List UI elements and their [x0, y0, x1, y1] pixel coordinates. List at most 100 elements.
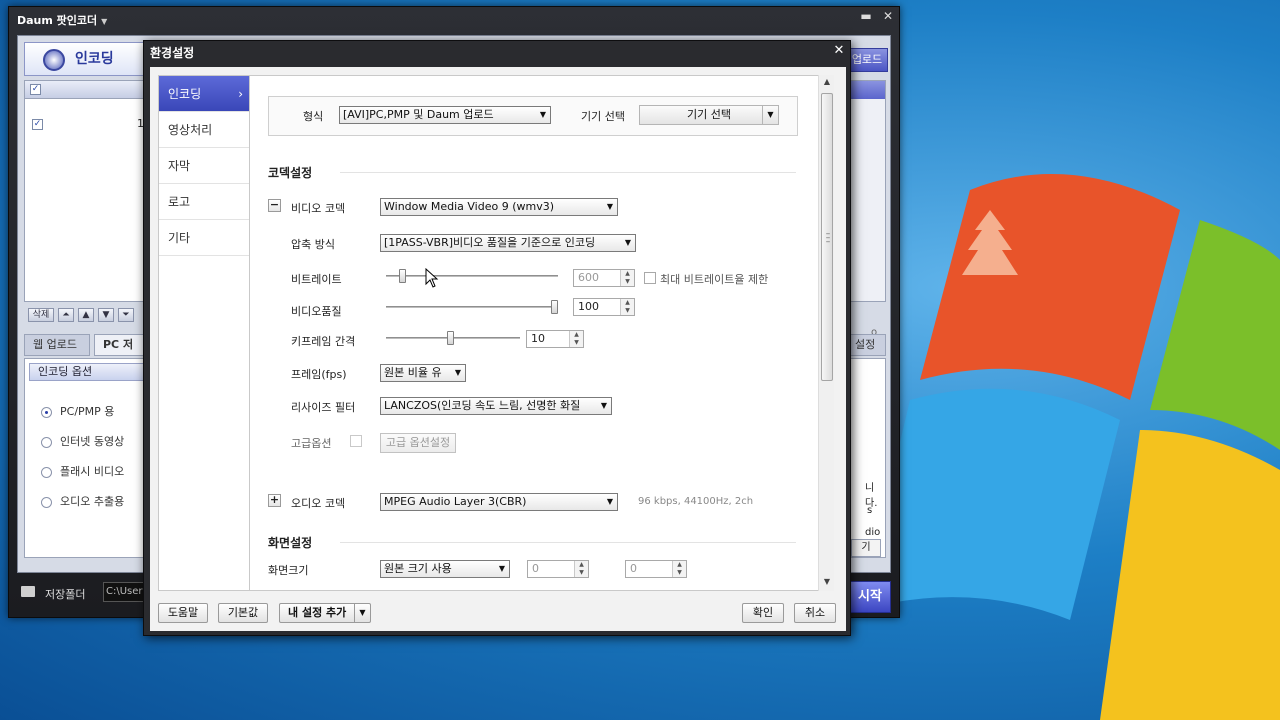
move-up-icon[interactable]: ▲ — [78, 308, 94, 322]
bitrate-stepper[interactable]: 600 ▲ ▼ — [573, 269, 635, 287]
grip-icon: – – – — [825, 229, 831, 247]
move-bottom-icon[interactable]: ⏷ — [118, 308, 134, 322]
screen-size-dropdown[interactable]: 원본 크기 사용 ▼ — [380, 560, 510, 578]
spin-arrows-icon[interactable]: ▲ ▼ — [620, 299, 634, 315]
advanced-settings-button[interactable]: 고급 옵션설정 — [380, 433, 456, 453]
file-row-checkbox[interactable]: ✓ — [32, 119, 43, 130]
quality-slider-track[interactable] — [386, 306, 558, 308]
column-header — [849, 81, 885, 99]
max-bitrate-checkbox[interactable] — [644, 272, 656, 284]
tab-encode-label: 인코딩 — [75, 51, 114, 67]
chevron-down-icon: ▼ — [762, 106, 778, 124]
bitrate-label: 비트레이트 — [291, 273, 342, 286]
collapse-video-icon[interactable]: − — [268, 199, 281, 212]
video-codec-dropdown[interactable]: Window Media Video 9 (wmv3) ▼ — [380, 198, 618, 216]
content-scrollbar[interactable]: ▲ – – – ▼ — [818, 75, 834, 591]
move-down-icon[interactable]: ▼ — [98, 308, 114, 322]
encoding-options-panel: 인코딩 옵션 PC/PMP 용 인터넷 동영상 플래시 비디오 오디오 추출용 — [24, 358, 150, 558]
scroll-up-icon[interactable]: ▲ — [819, 75, 835, 89]
info-button[interactable]: 기 — [851, 539, 881, 557]
start-encoding-button[interactable]: 시작 — [849, 581, 891, 613]
settings-button[interactable]: 설정 — [850, 334, 886, 356]
width-value: 0 — [532, 562, 539, 575]
width-stepper[interactable]: 0 ▲ ▼ — [527, 560, 589, 578]
divider — [340, 172, 796, 173]
list-toolbar: 삭제 ⏶ ▲ ▼ ⏷ — [24, 306, 150, 324]
radio-selected-icon[interactable] — [41, 406, 52, 418]
delete-button[interactable]: 삭제 — [28, 308, 54, 322]
quality-stepper[interactable]: 100 ▲ ▼ — [573, 298, 635, 316]
screen-size-label: 화면크기 — [268, 564, 309, 577]
tab-encode[interactable]: 인코딩 — [24, 42, 156, 76]
advanced-options-label: 고급옵션 — [291, 437, 332, 450]
fps-value: 원본 비율 유 — [384, 366, 442, 379]
compression-dropdown[interactable]: [1PASS-VBR]비디오 품질을 기준으로 인코딩 ▼ — [380, 234, 636, 252]
keyframe-value: 10 — [531, 332, 545, 345]
default-button[interactable]: 기본값 — [218, 603, 268, 623]
scroll-down-icon[interactable]: ▼ — [819, 575, 835, 589]
ok-button[interactable]: 확인 — [742, 603, 784, 623]
move-top-icon[interactable]: ⏶ — [58, 308, 74, 322]
resize-filter-dropdown[interactable]: LANCZOS(인코딩 속도 느림, 선명한 화질 ▼ — [380, 397, 612, 415]
tab-web-upload[interactable]: 웹 업로드용 — [24, 334, 90, 371]
nav-label: 인코딩 — [168, 87, 202, 101]
device-select-dropdown[interactable]: 기기 선택 ▼ — [639, 105, 779, 125]
keyframe-label: 키프레임 간격 — [291, 335, 356, 348]
close-icon[interactable]: ✕ — [832, 43, 846, 58]
spin-arrows-icon[interactable]: ▲ ▼ — [569, 331, 583, 347]
option-flash-video[interactable]: 플래시 비디오 — [41, 463, 124, 479]
keyframe-stepper[interactable]: 10 ▲ ▼ — [526, 330, 584, 348]
bitrate-slider-track[interactable] — [386, 275, 558, 277]
tab-pc-save[interactable]: PC 저장용 — [94, 334, 150, 371]
nav-item-subtitle[interactable]: 자막 — [159, 148, 249, 184]
chevron-down-icon[interactable]: ▼ — [354, 604, 370, 622]
nav-item-video-processing[interactable]: 영상처리 — [159, 112, 249, 148]
nav-item-encoding[interactable]: 인코딩 › — [159, 76, 249, 112]
nav-item-logo[interactable]: 로고 — [159, 184, 249, 220]
radio-icon[interactable] — [41, 496, 52, 508]
format-label: 형식 — [303, 110, 324, 123]
option-label: 오디오 추출용 — [60, 495, 125, 508]
chevron-down-icon: ▼ — [606, 497, 613, 506]
expand-audio-icon[interactable]: + — [268, 494, 281, 507]
device-label: 기기 선택 — [581, 110, 625, 123]
close-icon[interactable]: ✕ — [881, 9, 895, 23]
quality-slider-thumb[interactable] — [551, 300, 558, 314]
spin-arrows-icon[interactable]: ▲ ▼ — [620, 270, 634, 286]
screen-size-value: 원본 크기 사용 — [384, 562, 452, 575]
fps-dropdown[interactable]: 원본 비율 유 ▼ — [380, 364, 466, 382]
advanced-options-checkbox[interactable] — [350, 435, 362, 447]
tab-upload[interactable]: 업로드 — [846, 48, 888, 72]
audio-codec-dropdown[interactable]: MPEG Audio Layer 3(CBR) ▼ — [380, 493, 618, 511]
cancel-button[interactable]: 취소 — [794, 603, 836, 623]
help-button[interactable]: 도움말 — [158, 603, 208, 623]
height-stepper[interactable]: 0 ▲ ▼ — [625, 560, 687, 578]
resize-filter-value: LANCZOS(인코딩 속도 느림, 선명한 화질 — [384, 399, 581, 412]
settings-nav: 인코딩 › 영상처리 자막 로고 기타 — [158, 75, 250, 591]
format-dropdown[interactable]: [AVI]PC,PMP 및 Daum 업로드 ▼ — [339, 106, 551, 124]
option-pc-pmp[interactable]: PC/PMP 용 — [41, 403, 114, 419]
select-all-checkbox[interactable]: ✓ — [30, 84, 41, 95]
radio-icon[interactable] — [41, 466, 52, 478]
file-list-header: ✓ — [25, 81, 149, 99]
option-audio-extract[interactable]: 오디오 추출용 — [41, 493, 124, 509]
spin-arrows-icon[interactable]: ▲ ▼ — [672, 561, 686, 577]
add-my-settings-button[interactable]: 내 설정 추가 ▼ — [279, 603, 371, 623]
keyframe-slider-thumb[interactable] — [446, 331, 454, 345]
option-internet-video[interactable]: 인터넷 동영상 — [41, 433, 124, 449]
quality-label: 비디오품질 — [291, 305, 342, 318]
chevron-down-icon: ▼ — [624, 238, 631, 247]
bitrate-slider-thumb[interactable] — [399, 269, 407, 283]
right-info-panel: 니다. s dio 기 — [848, 358, 886, 558]
save-folder-label: 저장폴더 — [45, 588, 86, 601]
radio-icon[interactable] — [41, 436, 52, 448]
compression-label: 압축 방식 — [291, 238, 335, 251]
minimize-icon[interactable]: ▬ — [859, 9, 873, 23]
folder-icon — [21, 586, 35, 597]
nav-item-etc[interactable]: 기타 — [159, 220, 249, 256]
title-menu-icon[interactable]: ▼ — [101, 17, 107, 26]
scroll-thumb[interactable]: – – – — [821, 93, 833, 381]
dialog-body: 인코딩 › 영상처리 자막 로고 기타 형식 [AVI]PC,PMP 및 Daum… — [150, 67, 846, 631]
quality-value: 100 — [578, 300, 599, 313]
spin-arrows-icon[interactable]: ▲ ▼ — [574, 561, 588, 577]
